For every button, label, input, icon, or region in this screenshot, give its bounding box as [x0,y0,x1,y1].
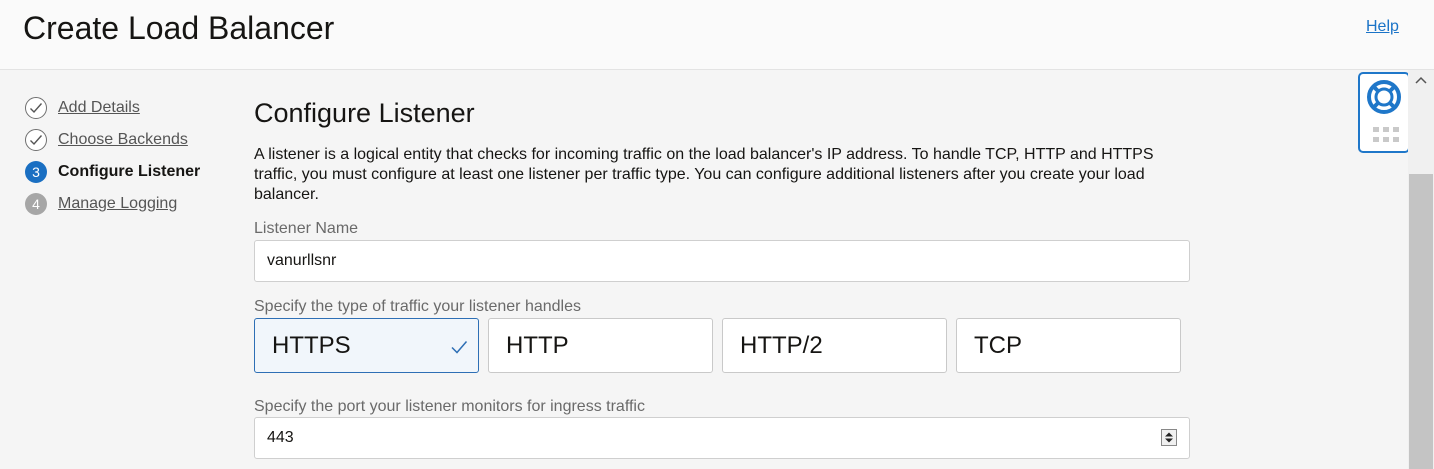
scrollbar-thumb[interactable] [1409,174,1433,469]
port-input[interactable] [254,417,1190,459]
port-label: Specify the port your listener monitors … [254,398,645,415]
check-icon [451,341,468,354]
step-number-badge: 4 [25,193,47,215]
traffic-option-http2[interactable]: HTTP/2 [722,318,947,373]
traffic-option-https[interactable]: HTTPS [254,318,479,373]
step-label[interactable]: Add Details [58,99,140,117]
check-circle-icon [25,129,47,151]
check-circle-icon [25,97,47,119]
help-link[interactable]: Help [1366,18,1399,36]
lifebuoy-icon [1367,80,1401,114]
stepper-icon[interactable] [1161,429,1177,446]
step-label[interactable]: Manage Logging [58,195,177,213]
traffic-option-label: HTTP/2 [740,331,823,359]
grid-dots-icon [1373,127,1399,142]
traffic-option-label: TCP [974,331,1022,359]
port-field [254,417,1190,459]
step-manage-logging[interactable]: 4 Manage Logging [25,191,177,217]
traffic-option-label: HTTPS [272,331,351,359]
step-label[interactable]: Choose Backends [58,131,188,149]
traffic-option-tcp[interactable]: TCP [956,318,1181,373]
section-description: A listener is a logical entity that chec… [254,146,1154,203]
traffic-option-http[interactable]: HTTP [488,318,713,373]
listener-name-label: Listener Name [254,220,359,237]
step-label: Configure Listener [58,163,201,180]
chevron-up-icon[interactable] [1415,76,1427,84]
traffic-type-options: HTTPS HTTP HTTP/2 TCP [254,318,1190,373]
step-choose-backends[interactable]: Choose Backends [25,127,188,153]
vertical-scrollbar[interactable] [1408,70,1434,469]
page-header: Create Load Balancer Help [0,0,1434,70]
traffic-type-label: Specify the type of traffic your listene… [254,298,581,315]
step-configure-listener: 3 Configure Listener [25,159,200,185]
step-add-details[interactable]: Add Details [25,95,140,121]
traffic-option-label: HTTP [506,331,569,359]
step-number-badge: 3 [25,161,47,183]
page-title: Create Load Balancer [23,10,335,46]
listener-name-input[interactable] [254,240,1190,282]
section-title: Configure Listener [254,98,475,128]
help-assistant-widget[interactable] [1358,72,1410,153]
